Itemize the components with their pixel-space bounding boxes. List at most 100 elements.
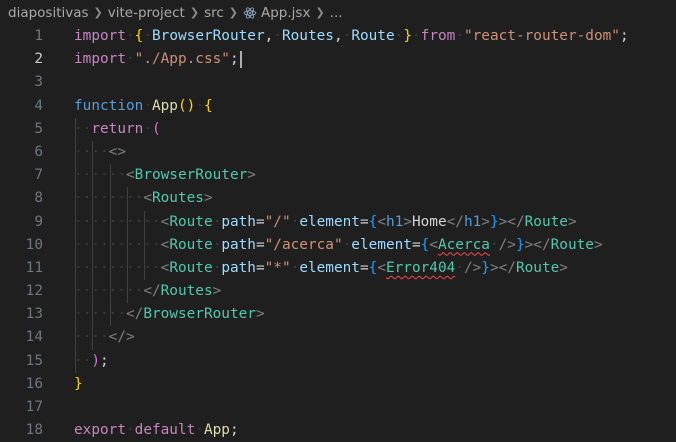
code-token: · [273,28,282,44]
breadcrumb-segment-diapositivas[interactable]: diapositivas [8,5,89,21]
breadcrumb-file[interactable]: App.jsx [261,5,310,21]
code-content: ··········<Route·path="*"·element={<Erro… [74,257,568,280]
code-token: = [255,213,265,230]
code-token: ·········· [74,236,161,253]
code-token: ······ [74,167,126,184]
code-token: </ [446,213,464,230]
code-token: path [221,259,256,276]
code-token: · [143,28,152,44]
code-token: < [160,213,170,230]
code-token: ; [100,352,109,369]
chevron-right-icon: ❯ [93,6,103,19]
code-token: > [255,306,265,323]
code-token: Route [524,213,568,230]
chevron-right-icon: ❯ [189,6,200,19]
code-token: } [481,259,490,276]
code-token: Route [515,259,560,276]
code-token: ········ [74,283,144,300]
code-token: < [143,190,152,207]
breadcrumb: diapositivas ❯ vite-project ❯ src ❯ App.… [0,0,676,25]
code-token: { [368,259,378,276]
code-line[interactable]: 6 ····<> [0,140,676,165]
code-token: ; [229,422,239,439]
code-line[interactable]: 13 ······</BrowserRouter> [0,303,676,327]
code-token: < [377,259,386,276]
code-token: · [290,259,300,276]
react-file-icon [243,6,257,20]
code-token: ·········· [74,259,161,276]
code-line[interactable]: 8 ········<Routes> [0,187,676,211]
code-token: ···· [74,143,109,160]
code-line[interactable]: 10 ··········<Route·path="/acerca"·elemen… [0,233,676,257]
code-token: = [255,259,265,276]
code-line[interactable]: 2 import·"./App.css"; [0,48,676,71]
code-token: } [515,236,525,253]
code-token: ········ [74,190,144,207]
code-token: > [559,259,568,276]
code-content: ··); [74,350,109,373]
code-line[interactable]: 9 ··········<Route·path="/"·element={<h1>… [0,210,676,234]
code-token: ) [91,352,100,369]
line-number: 5 [34,120,43,137]
code-token: · [195,97,204,114]
code-line[interactable]: 12 ········</Routes> [0,280,676,304]
code-line[interactable]: 14 ····</> [0,326,676,350]
code-token: Route [169,259,213,276]
code-token: h1 [463,213,482,230]
line-number: 1 [34,28,43,44]
code-content: ····</> [74,326,135,349]
code-token: , [264,28,274,44]
code-token: ( [151,120,161,137]
code-line[interactable]: 16} [0,373,676,396]
code-token: } [489,213,499,230]
code-token: ></ [498,213,525,230]
breadcrumb-segment-src[interactable]: src [204,5,224,21]
code-line[interactable]: 4 function·App()·{ [0,95,676,118]
code-line[interactable]: 17 [0,396,676,419]
code-token: "/" [264,213,291,230]
code-token: { [420,236,430,253]
code-token: element [351,236,412,253]
code-content: import·{·BrowserRouter,·Routes,·Route·}·… [74,25,629,48]
code-token: · [125,51,135,68]
code-content: ····<> [74,141,126,164]
text-cursor [239,50,242,68]
code-token: ·· [74,352,92,369]
line-number: 3 [34,74,43,91]
code-token: ; [229,51,239,68]
code-token: ···· [74,329,109,346]
breadcrumb-more[interactable]: ... [330,5,343,21]
code-token: } [74,375,83,392]
code-token: > [203,190,213,207]
line-number: 12 [25,283,43,300]
code-token: Route [351,28,395,44]
code-token: · [394,28,404,44]
line-number: 16 [25,375,43,392]
code-token: · [143,120,152,137]
code-line[interactable]: 11 ··········<Route·path="*"·element={<Er… [0,256,676,281]
code-token: Routes [160,283,213,300]
code-token: · [342,28,352,44]
code-line[interactable]: 15 ··); [0,349,676,373]
breadcrumb-segment-vite-project[interactable]: vite-project [108,5,185,21]
code-line[interactable]: 5 ··return·( [0,117,676,141]
code-line[interactable]: 1 import·{·BrowserRouter,·Routes,·Route·}… [0,25,676,48]
chevron-right-icon: ❯ [228,6,238,19]
code-token: { [203,97,213,114]
code-token: "*" [264,259,291,276]
code-editor[interactable]: 1 import·{·BrowserRouter,·Routes,·Route·}… [0,25,676,442]
code-line[interactable]: 7 ······<BrowserRouter> [0,164,676,188]
code-token: function [74,97,144,114]
code-token: · [143,97,152,114]
code-token: Route [550,236,594,253]
code-token: > [403,213,412,230]
code-content: ········</Routes> [74,280,221,303]
code-token: /> [498,236,516,253]
code-token: · [212,236,222,253]
code-line[interactable]: 3 [0,71,676,94]
code-token: import [74,51,126,68]
code-content: ··return·( [74,118,161,141]
code-token: , [333,28,343,44]
code-token: Error404 [385,259,456,276]
code-token: · [195,422,204,439]
